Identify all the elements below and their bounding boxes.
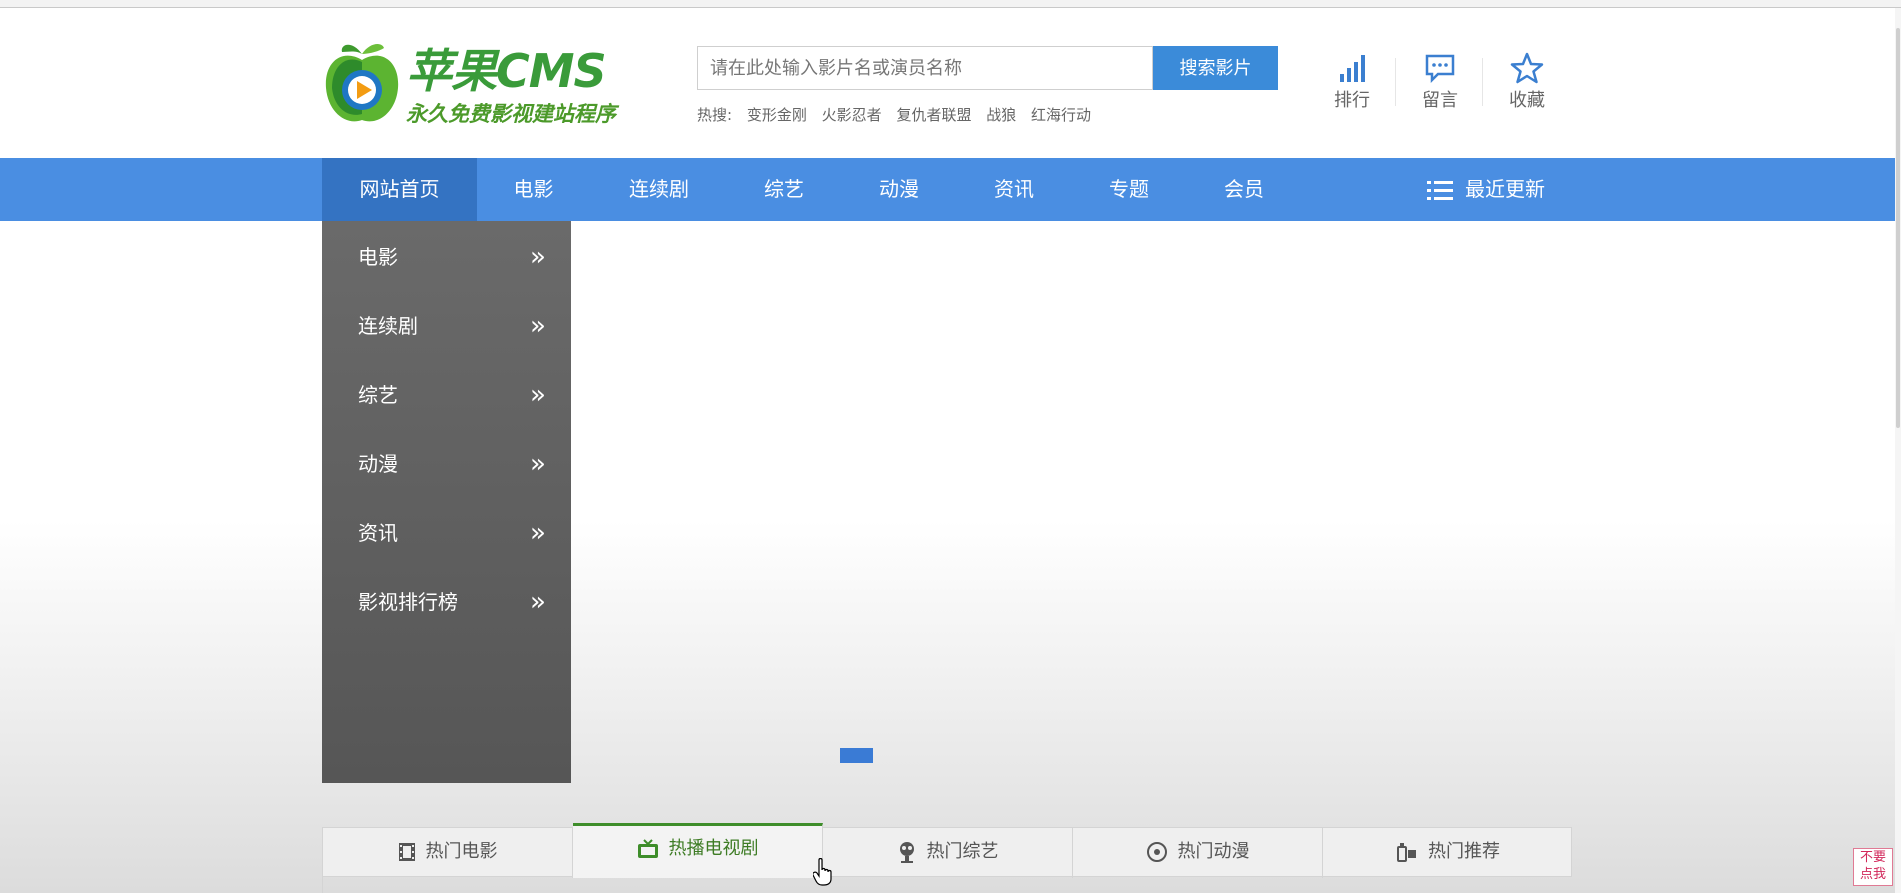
apple-logo-icon: [325, 44, 399, 122]
tv-icon: [637, 839, 658, 858]
floating-button-line: 点我: [1859, 867, 1886, 882]
message-icon: [1425, 54, 1455, 84]
tab-hot-tv[interactable]: 热播电视剧: [573, 823, 823, 878]
content-border: [322, 877, 323, 893]
double-chevron-right-icon: »: [530, 587, 546, 617]
double-chevron-right-icon: »: [530, 449, 546, 479]
nav-item-anime[interactable]: 动漫: [843, 158, 955, 221]
sidebar-item-label: 资讯: [358, 521, 398, 545]
scrollbar-thumb[interactable]: [1896, 28, 1900, 428]
tab-hot-recommend[interactable]: 热门推荐: [1323, 827, 1573, 878]
sidebar-item-label: 电影: [358, 245, 398, 269]
disc-icon: [1146, 842, 1167, 862]
nav-item-member[interactable]: 会员: [1188, 158, 1300, 221]
tab-label: 热门动漫: [1177, 841, 1250, 862]
divider: [1482, 58, 1483, 106]
film-icon: [398, 843, 415, 861]
sidebar-item-label: 动漫: [358, 452, 398, 476]
scrollbar[interactable]: [1895, 8, 1901, 893]
mic-icon: [899, 842, 914, 863]
hot-search-link[interactable]: 战狼: [986, 106, 1016, 124]
sidebar-item-series[interactable]: 连续剧 »: [322, 292, 571, 361]
search-button[interactable]: 搜索影片: [1153, 46, 1278, 90]
double-chevron-right-icon: »: [530, 242, 546, 272]
list-icon: [1427, 180, 1453, 200]
main-nav: 网站首页 电影 连续剧 综艺 动漫 资讯 专题 会员 最近更新: [0, 158, 1895, 221]
tab-hot-anime[interactable]: 热门动漫: [1073, 827, 1323, 878]
ranking-link[interactable]: 排行: [1309, 50, 1395, 112]
site-logo[interactable]: 苹果CMS 永久免费影视建站程序: [322, 36, 622, 128]
sidebar-item-movie[interactable]: 电影 »: [322, 223, 571, 292]
search-input[interactable]: [697, 46, 1153, 90]
star-icon: [1510, 52, 1544, 84]
double-chevron-right-icon: »: [530, 380, 546, 410]
nav-item-variety[interactable]: 综艺: [728, 158, 840, 221]
hot-searches: 热搜: 变形金刚 火影忍者 复仇者联盟 战狼 红海行动: [697, 104, 1101, 125]
floating-button-line: 不要: [1859, 850, 1886, 865]
tab-label: 热门电影: [425, 841, 498, 862]
tab-label: 热门综艺: [926, 841, 999, 862]
logo-title: 苹果CMS: [406, 44, 607, 98]
sidebar-item-anime[interactable]: 动漫 »: [322, 430, 571, 499]
recent-updates-link[interactable]: 最近更新: [1427, 158, 1545, 221]
nav-item-movie[interactable]: 电影: [477, 158, 590, 221]
ranking-label: 排行: [1334, 90, 1370, 111]
favorite-label: 收藏: [1509, 90, 1545, 111]
guestbook-link[interactable]: 留言: [1397, 50, 1483, 112]
tab-label: 热播电视剧: [668, 838, 759, 859]
nav-item-news[interactable]: 资讯: [958, 158, 1070, 221]
nav-item-series[interactable]: 连续剧: [600, 158, 718, 221]
hot-search-link[interactable]: 复仇者联盟: [896, 106, 971, 124]
tab-hot-variety[interactable]: 热门综艺: [823, 827, 1073, 878]
sidebar-item-label: 综艺: [358, 383, 398, 407]
floating-button[interactable]: 不要 点我: [1853, 848, 1893, 886]
hot-search-label: 热搜:: [697, 106, 733, 124]
bar-chart-icon: [1340, 55, 1365, 82]
sidebar-item-news[interactable]: 资讯 »: [322, 499, 571, 568]
logo-subtitle: 永久免费影视建站程序: [406, 102, 616, 126]
tab-label: 热门推荐: [1428, 841, 1500, 862]
sidebar-item-label: 影视排行榜: [358, 590, 458, 614]
sidebar-item-label: 连续剧: [358, 314, 418, 338]
nav-item-topic[interactable]: 专题: [1073, 158, 1185, 221]
browser-top-edge: [0, 0, 1901, 8]
double-chevron-right-icon: »: [530, 518, 546, 548]
category-tabs: 热门电影 热播电视剧 热门综艺 热门动漫 热门推荐: [322, 823, 1573, 878]
hand-cursor-icon: [813, 858, 832, 886]
nav-item-home[interactable]: 网站首页: [322, 158, 477, 221]
divider: [1395, 58, 1396, 106]
slider-indicator[interactable]: [840, 748, 873, 763]
recent-updates-label: 最近更新: [1465, 177, 1545, 201]
category-sidebar: 电影 » 连续剧 » 综艺 » 动漫 » 资讯 » 影视排行榜 »: [322, 221, 571, 783]
hot-search-link[interactable]: 火影忍者: [822, 106, 882, 124]
favorite-link[interactable]: 收藏: [1484, 50, 1570, 112]
sidebar-item-ranking[interactable]: 影视排行榜 »: [322, 568, 571, 637]
double-chevron-right-icon: »: [530, 311, 546, 341]
guestbook-label: 留言: [1422, 90, 1458, 111]
recommend-icon: [1397, 843, 1416, 862]
hot-search-link[interactable]: 变形金刚: [747, 106, 807, 124]
tab-hot-movies[interactable]: 热门电影: [323, 827, 573, 878]
hot-search-link[interactable]: 红海行动: [1031, 106, 1091, 124]
sidebar-item-variety[interactable]: 综艺 »: [322, 361, 571, 430]
